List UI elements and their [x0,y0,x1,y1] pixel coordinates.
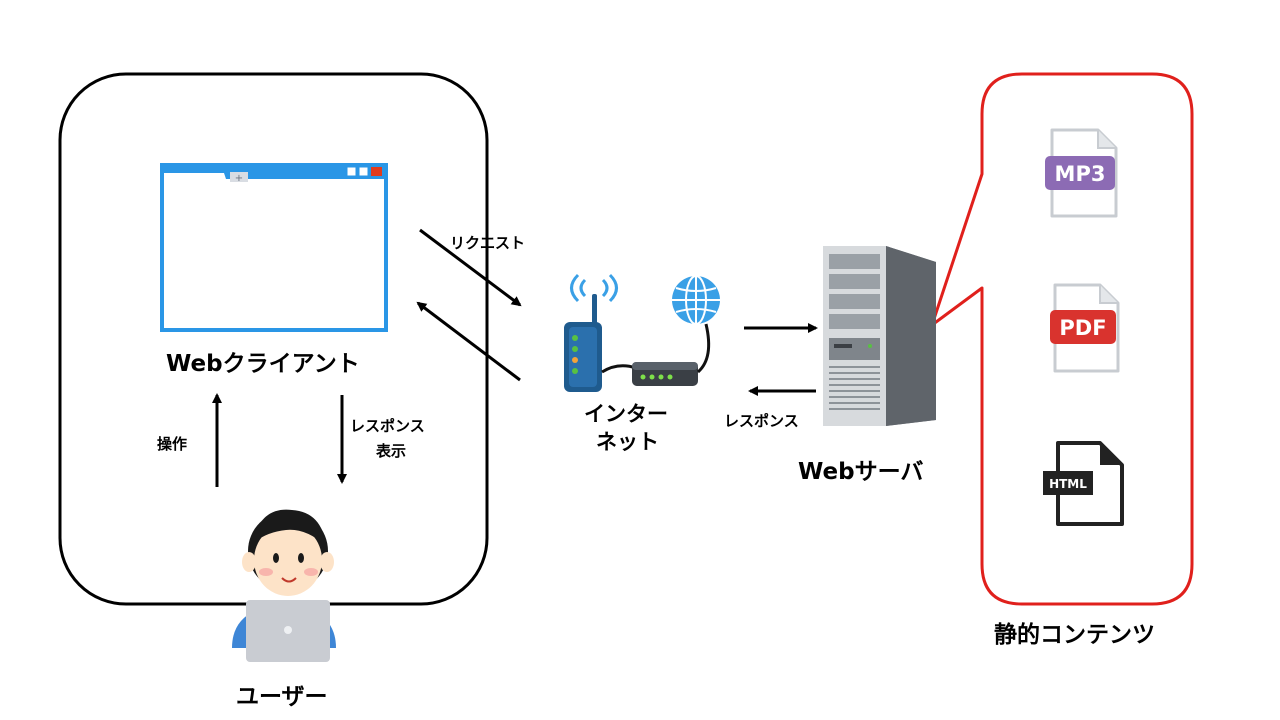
html-badge-text: HTML [1049,477,1087,491]
response-display-label-line2: 表示 [376,442,407,460]
wifi-router-icon [564,273,637,392]
internet-label-line2: ネット [596,430,659,454]
globe-icon [672,275,720,325]
pdf-badge-text: PDF [1059,316,1106,340]
svg-text:+: + [235,173,243,184]
web-server-label: Webサーバ [798,459,924,485]
web-client-label: Webクライアント [166,351,360,377]
response-display-label-line1: レスポンス [350,417,425,435]
static-contents-label: 静的コンテンツ [994,622,1155,648]
operation-label: 操作 [157,435,188,453]
mp3-file-icon: MP3 [1045,128,1118,218]
modem-icon [632,323,711,386]
mp3-badge-text: MP3 [1055,162,1106,186]
request-label: リクエスト [450,234,526,252]
user-illustration [232,509,336,662]
server-tower-icon [823,246,936,426]
user-label: ユーザー [236,684,328,710]
browser-window-icon: + [160,163,388,332]
server-response-label: レスポンス [724,412,799,430]
pdf-file-icon: PDF [1050,283,1120,373]
internet-label-line1: インター [584,402,668,426]
response-arrow-to-client [416,301,521,382]
